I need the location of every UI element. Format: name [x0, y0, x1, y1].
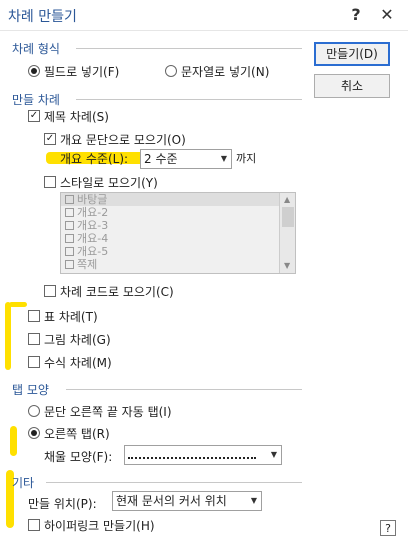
list-item[interactable]: 개요-2: [61, 206, 279, 219]
cancel-button[interactable]: 취소: [314, 74, 390, 98]
radio-field[interactable]: [28, 65, 40, 77]
level-value: 2 수준: [144, 152, 178, 166]
outline-label[interactable]: 개요 문단으로 모으기(O): [60, 131, 186, 148]
title-toc-label[interactable]: 제목 차례(S): [44, 108, 109, 125]
figure-toc-checkbox[interactable]: [28, 333, 40, 345]
dotted-leader: [128, 457, 256, 459]
dialog-title: 차례 만들기: [8, 9, 77, 25]
make-section-label: 만들 차례: [12, 93, 60, 107]
style-list[interactable]: 바탕글 개요-2 개요-3 개요-4 개요-5 쪽제 ▲ ▼: [60, 192, 296, 274]
chevron-down-icon: ▼: [270, 450, 277, 459]
close-icon[interactable]: ✕: [376, 4, 398, 26]
highlight-mark: [10, 426, 17, 456]
title-toc-checkbox[interactable]: ✓: [28, 110, 40, 122]
other-section-label: 기타: [12, 476, 35, 490]
hyperlink-checkbox[interactable]: [28, 519, 40, 531]
level-suffix: 까지: [236, 152, 257, 165]
radio-auto-tab-label[interactable]: 문단 오른쪽 끝 자동 탭(I): [44, 403, 172, 420]
tab-section-label: 탭 모양: [12, 383, 49, 397]
make-section-divider: [76, 99, 302, 100]
scroll-thumb[interactable]: [282, 207, 294, 227]
radio-auto-tab[interactable]: [28, 405, 40, 417]
location-value: 현재 문서의 커서 위치: [116, 494, 227, 508]
other-section-divider: [46, 482, 302, 483]
code-checkbox[interactable]: [44, 285, 56, 297]
format-section-divider: [76, 48, 302, 49]
code-label[interactable]: 차례 코드로 모으기(C): [60, 283, 174, 300]
help-icon[interactable]: ?: [380, 520, 396, 536]
location-select[interactable]: 현재 문서의 커서 위치 ▼: [112, 491, 262, 511]
outline-checkbox[interactable]: ✓: [44, 133, 56, 145]
list-item[interactable]: 개요-4: [61, 232, 279, 245]
format-section-label: 차례 형식: [12, 42, 60, 56]
table-toc-label[interactable]: 표 차례(T): [44, 308, 98, 325]
equation-toc-checkbox[interactable]: [28, 356, 40, 368]
equation-toc-label[interactable]: 수식 차례(M): [44, 354, 112, 371]
style-checkbox[interactable]: [44, 176, 56, 188]
hyperlink-label[interactable]: 하이퍼링크 만들기(H): [44, 517, 155, 534]
radio-right-tab-label[interactable]: 오른쪽 탭(R): [44, 425, 110, 442]
tab-section-divider: [66, 389, 302, 390]
radio-field-label[interactable]: 필드로 넣기(F): [44, 63, 119, 80]
radio-string-label[interactable]: 문자열로 넣기(N): [181, 63, 269, 80]
fill-select[interactable]: ▼: [124, 445, 282, 465]
list-item[interactable]: 개요-5: [61, 245, 279, 258]
scroll-up-icon[interactable]: ▲: [284, 195, 290, 204]
radio-string[interactable]: [165, 65, 177, 77]
chevron-down-icon: ▼: [250, 496, 257, 505]
highlight-mark: [9, 302, 27, 307]
help-button[interactable]: ?: [345, 4, 367, 26]
list-item[interactable]: 바탕글: [61, 193, 279, 206]
list-scrollbar[interactable]: ▲ ▼: [279, 193, 295, 273]
list-item[interactable]: 쪽제: [61, 258, 279, 271]
radio-right-tab[interactable]: [28, 427, 40, 439]
figure-toc-label[interactable]: 그림 차례(G): [44, 331, 111, 348]
create-button[interactable]: 만들기(D): [314, 42, 390, 66]
table-toc-checkbox[interactable]: [28, 310, 40, 322]
highlight-mark: [5, 302, 11, 370]
scroll-down-icon[interactable]: ▼: [284, 261, 290, 270]
list-item[interactable]: 개요-3: [61, 219, 279, 232]
style-label[interactable]: 스타일로 모으기(Y): [60, 174, 158, 191]
level-select[interactable]: 2 수준 ▼: [140, 149, 232, 169]
location-label: 만들 위치(P):: [28, 497, 97, 511]
fill-label: 채울 모양(F):: [44, 450, 113, 464]
level-label: 개요 수준(L):: [60, 152, 129, 166]
chevron-down-icon: ▼: [220, 154, 227, 163]
